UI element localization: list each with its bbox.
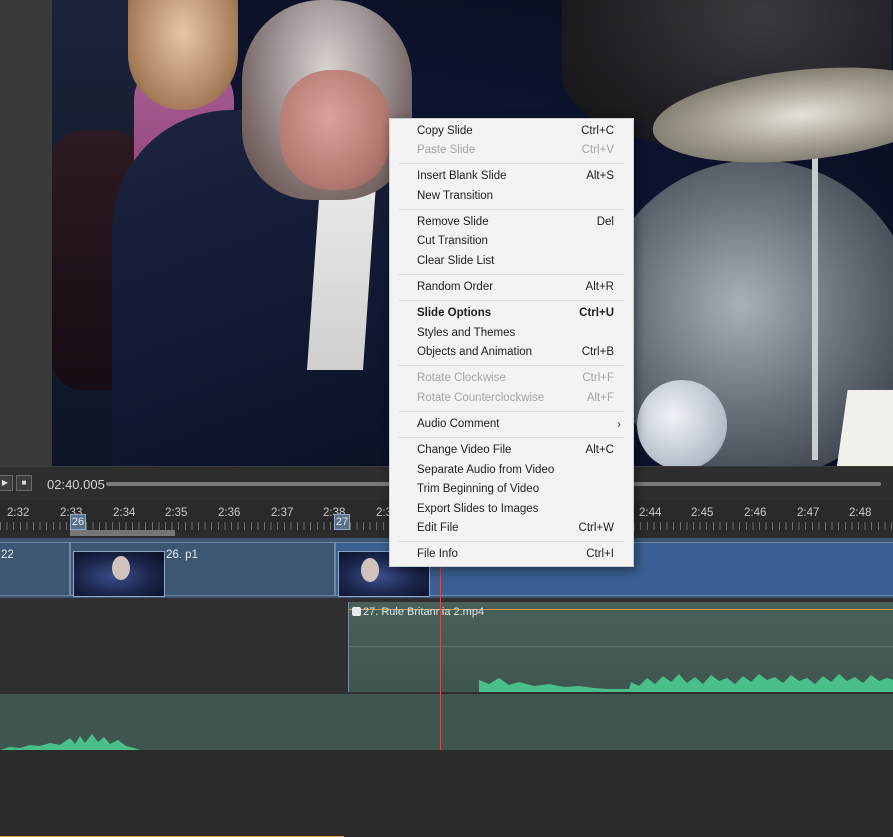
shortcut-label: Alt+R <box>585 281 614 293</box>
shortcut-label: Ctrl+I <box>586 548 614 560</box>
hair-shape <box>128 0 238 110</box>
menu-item-trim-beginning[interactable]: Trim Beginning of Video <box>390 480 633 499</box>
preview-side-panel <box>0 0 52 466</box>
menu-separator <box>399 411 624 412</box>
play-button[interactable]: ▶ <box>0 475 13 491</box>
menu-item-edit-file[interactable]: Edit File Ctrl+W <box>390 519 633 538</box>
play-icon: ▶ <box>1 478 9 487</box>
menu-item-random-order[interactable]: Random Order Alt+R <box>390 278 633 297</box>
menu-item-rotate-clockwise: Rotate Clockwise Ctrl+F <box>417 372 614 384</box>
menu-separator <box>399 163 624 164</box>
tick-label: 2:35 <box>165 507 188 519</box>
slide-thumbnail <box>73 551 165 597</box>
menu-item-slide-options[interactable]: Slide Options Ctrl+U <box>390 304 633 323</box>
slide-label: 26. p1 <box>166 549 198 561</box>
menu-item-styles-and-themes[interactable]: Styles and Themes <box>390 324 633 343</box>
thumbnail-figure <box>361 558 379 582</box>
shortcut-label: Ctrl+C <box>581 125 614 137</box>
menu-item-clear-slide-list[interactable]: Clear Slide List <box>390 252 633 271</box>
shortcut-label: Alt+F <box>586 392 614 404</box>
white-drum-shape <box>637 380 727 466</box>
menu-separator <box>399 437 624 438</box>
slide-marker-26[interactable]: 26 <box>70 514 86 530</box>
time-readout: 02:40.005 <box>47 477 105 492</box>
waveform-midline <box>349 646 893 647</box>
tick-label: 2:36 <box>218 507 241 519</box>
audio-area: 27. Rule Britannia 2.mp4 <box>0 598 893 837</box>
menu-item-export-slides[interactable]: Export Slides to Images <box>390 500 633 519</box>
tick-label: 2:32 <box>7 507 30 519</box>
shortcut-label: Alt+C <box>585 444 614 456</box>
menu-item-change-video-file[interactable]: Change Video File Alt+C <box>390 441 633 460</box>
menu-item-objects-and-animation[interactable]: Objects and Animation Ctrl+B <box>390 343 633 362</box>
shortcut-label: Ctrl+U <box>579 307 614 319</box>
menu-item-audio-comment[interactable]: Audio Comment › <box>390 415 633 434</box>
tick-label: 2:47 <box>797 507 820 519</box>
tick-label: 2:48 <box>849 507 872 519</box>
stop-button[interactable]: ■ <box>16 475 32 491</box>
menu-item-new-transition[interactable]: New Transition <box>390 187 633 206</box>
menu-separator <box>399 274 624 275</box>
shortcut-label: Ctrl+V <box>581 144 614 156</box>
menu-item-copy-slide[interactable]: Copy Slide Ctrl+C <box>390 122 633 141</box>
menu-item-separate-audio[interactable]: Separate Audio from Video <box>390 461 633 480</box>
shortcut-label: Alt+S <box>586 170 614 182</box>
cymbal-stand <box>812 130 818 460</box>
menu-item-cut-transition[interactable]: Cut Transition <box>390 232 633 251</box>
thumbnail-figure <box>112 556 130 580</box>
shortcut-label: Ctrl+B <box>581 346 614 358</box>
slide-22[interactable]: 22 <box>0 542 70 596</box>
menu-item-file-info[interactable]: File Info Ctrl+I <box>390 545 633 564</box>
menu-item-paste-slide: Paste Slide Ctrl+V <box>417 144 614 156</box>
transition-range-bar <box>70 530 175 536</box>
slide-label: 22 <box>1 549 14 561</box>
menu-separator <box>399 300 624 301</box>
menu-item-rotate-counterclockwise: Rotate Counterclockwise Alt+F <box>417 392 614 404</box>
menu-separator <box>399 209 624 210</box>
tick-label: 2:46 <box>744 507 767 519</box>
menu-separator <box>399 541 624 542</box>
audio-track-2[interactable] <box>0 694 893 837</box>
slide-26[interactable]: 26. p1 <box>70 542 335 597</box>
slide-marker-27[interactable]: 27 <box>334 514 350 530</box>
tick-label: 2:45 <box>691 507 714 519</box>
shortcut-label: Ctrl+F <box>582 372 614 384</box>
audio-waveform <box>0 734 140 750</box>
menu-separator <box>399 365 624 366</box>
context-menu[interactable]: Copy Slide Ctrl+C Paste Slide Ctrl+V Inser… <box>389 118 634 567</box>
audio-clip[interactable]: 27. Rule Britannia 2.mp4 <box>348 602 893 692</box>
tick-label: 2:37 <box>271 507 294 519</box>
tick-label: 2:34 <box>113 507 136 519</box>
face-shape <box>280 70 390 190</box>
audio-clip-icon <box>352 607 361 616</box>
tick-label: 2:44 <box>639 507 662 519</box>
audio-clip-label: 27. Rule Britannia 2.mp4 <box>363 606 485 618</box>
shortcut-label: Del <box>596 216 614 228</box>
menu-item-remove-slide[interactable]: Remove Slide Del <box>390 213 633 232</box>
audio-waveform <box>479 674 893 692</box>
shortcut-label: Ctrl+W <box>578 522 614 534</box>
menu-item-insert-blank-slide[interactable]: Insert Blank Slide Alt+S <box>390 167 633 186</box>
stop-icon: ■ <box>21 478 27 487</box>
submenu-arrow-icon: › <box>617 417 621 431</box>
